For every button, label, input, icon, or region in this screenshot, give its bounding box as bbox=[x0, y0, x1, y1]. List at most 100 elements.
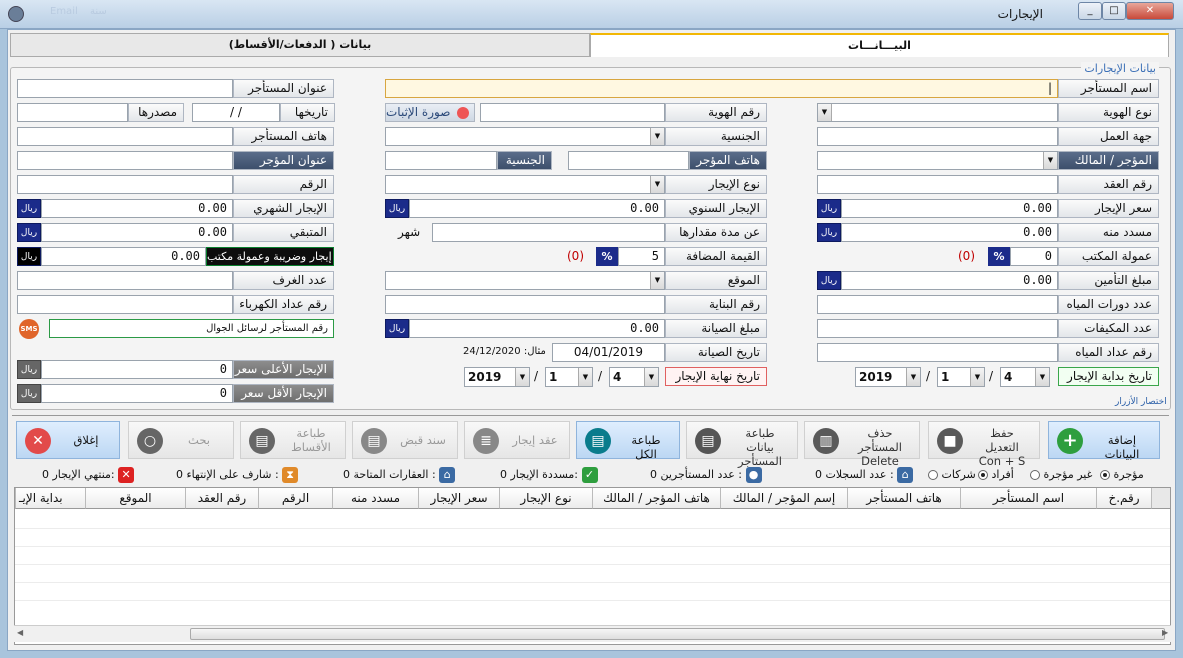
insurance-input[interactable]: 0.00 bbox=[841, 271, 1058, 290]
landlord-address-input[interactable] bbox=[17, 151, 233, 170]
floppy-icon: ■ bbox=[937, 428, 963, 454]
location-select[interactable]: ▼ bbox=[385, 271, 665, 290]
rent-price-label: سعر الإيجار bbox=[1058, 199, 1159, 218]
vat-input[interactable]: 5 bbox=[618, 247, 665, 266]
maintenance-amount-input[interactable]: 0.00 bbox=[409, 319, 665, 338]
min-rent-input[interactable]: 0 bbox=[41, 384, 233, 403]
maximize-button[interactable]: □ bbox=[1102, 2, 1126, 20]
maintenance-date-input[interactable]: 04/01/2019 bbox=[552, 343, 665, 362]
close-window-button[interactable]: ✕ bbox=[1126, 2, 1174, 20]
grid-header-number[interactable]: الرقم bbox=[258, 488, 332, 509]
horizontal-scrollbar[interactable]: ◀ ▶ bbox=[14, 625, 1171, 642]
grid-header-location[interactable]: الموقع bbox=[85, 488, 185, 509]
delete-tenant-label: حذف المستأجر Delete bbox=[857, 426, 903, 468]
workplace-input[interactable] bbox=[817, 127, 1058, 146]
bathrooms-input[interactable] bbox=[817, 295, 1058, 314]
tenant-phone-input[interactable] bbox=[17, 127, 233, 146]
contract-no-input[interactable] bbox=[817, 175, 1058, 194]
shortcuts-link[interactable]: اختصار الأزرار bbox=[1115, 397, 1167, 407]
rent-start-year[interactable]: 2019 ▼ bbox=[855, 367, 921, 387]
rent-type-select[interactable]: ▼ bbox=[385, 175, 665, 194]
grid-header-contract-no[interactable]: رقم العقد bbox=[185, 488, 258, 509]
dropdown-arrow-icon: ▼ bbox=[650, 176, 664, 193]
print-all-button[interactable]: طباعة الكل ▤ bbox=[576, 421, 680, 461]
annual-rent-input[interactable]: 0.00 bbox=[409, 199, 665, 218]
scroll-left-icon[interactable]: ◀ bbox=[17, 628, 23, 637]
remaining-label: المتبقي bbox=[233, 223, 334, 242]
id-number-input[interactable] bbox=[480, 103, 665, 122]
radio-icon bbox=[1100, 470, 1110, 480]
period-input[interactable] bbox=[432, 223, 665, 242]
building-no-label: رقم البناية bbox=[665, 295, 767, 314]
close-button[interactable]: إغلاق ✕ bbox=[16, 421, 120, 459]
tenant-name-input[interactable]: | bbox=[385, 79, 1058, 98]
printer-icon: ▤ bbox=[585, 428, 611, 454]
landlord-nationality-input[interactable] bbox=[385, 151, 497, 170]
ac-count-input[interactable] bbox=[817, 319, 1058, 338]
rent-start-day[interactable]: 4 ▼ bbox=[1000, 367, 1050, 387]
rent-end-year[interactable]: 2019 ▼ bbox=[464, 367, 530, 387]
monthly-rent-label: الإيجار الشهري bbox=[233, 199, 334, 218]
grid-header-rent-type[interactable]: نوع الإيجار bbox=[499, 488, 592, 509]
grid-header-spacer bbox=[1151, 488, 1170, 509]
print-installments-button[interactable]: طباعة الأقساط ▤ bbox=[240, 421, 346, 459]
scroll-thumb[interactable] bbox=[190, 628, 1165, 640]
add-data-button[interactable]: إضافة البيانات + bbox=[1048, 421, 1160, 461]
receipt-button[interactable]: سند قبض ▤ bbox=[352, 421, 458, 459]
rent-contract-button[interactable]: عقد إيجار ≣ bbox=[464, 421, 570, 459]
grid-header-tenant-name[interactable]: اسم المستأجر bbox=[960, 488, 1096, 509]
number-input[interactable] bbox=[17, 175, 233, 194]
landlord-select[interactable]: ▼ bbox=[817, 151, 1058, 170]
close-label: إغلاق bbox=[73, 433, 99, 447]
grid-header-rent-price[interactable]: سعر الإيجار bbox=[418, 488, 499, 509]
filter-individuals[interactable]: أفراد bbox=[978, 466, 1014, 484]
sms-icon[interactable]: SMS bbox=[19, 319, 39, 339]
monthly-rent-input[interactable]: 0.00 bbox=[41, 199, 233, 218]
rent-end-month[interactable]: 1 ▼ bbox=[545, 367, 593, 387]
date-example-hint: مثال: 24/12/2020 bbox=[463, 346, 546, 357]
records-count-value: 0 bbox=[815, 468, 822, 481]
rent-price-input[interactable]: 0.00 bbox=[841, 199, 1058, 218]
dropdown-arrow-icon: ▼ bbox=[1035, 368, 1049, 386]
sms-number-input[interactable]: رقم المستأجر لرسائل الجوال bbox=[49, 319, 334, 338]
filter-companies[interactable]: شركات bbox=[928, 466, 976, 484]
id-type-select[interactable]: ▼ bbox=[817, 103, 1058, 122]
grid-header-landlord-name[interactable]: إسم المؤجر / المالك bbox=[720, 488, 847, 509]
rent-end-day[interactable]: 4 ▼ bbox=[609, 367, 659, 387]
total-rent-input[interactable]: 0.00 bbox=[41, 247, 206, 266]
remaining-input[interactable]: 0.00 bbox=[41, 223, 233, 242]
rent-start-month[interactable]: 1 ▼ bbox=[937, 367, 985, 387]
water-meter-input[interactable] bbox=[817, 343, 1058, 362]
scroll-right-icon[interactable]: ▶ bbox=[1162, 628, 1168, 637]
id-proof-button[interactable]: صورة الإثبات bbox=[385, 103, 475, 122]
landlord-phone-input[interactable] bbox=[568, 151, 689, 170]
dropdown-arrow-icon: ▼ bbox=[650, 128, 664, 145]
tab-data[interactable]: البيـــانـــات bbox=[590, 33, 1169, 57]
minimize-button[interactable]: _ bbox=[1078, 2, 1102, 20]
grid-header-tenant-phone[interactable]: هاتف المستأجر bbox=[847, 488, 960, 509]
available-properties-label: العقارات المتاحة : bbox=[353, 468, 436, 481]
save-edit-button[interactable]: حفظ التعديل Con + S ■ bbox=[928, 421, 1040, 468]
paid-input[interactable]: 0.00 bbox=[841, 223, 1058, 242]
filter-rented[interactable]: مؤجرة bbox=[1100, 466, 1144, 484]
max-rent-input[interactable]: 0 bbox=[41, 360, 233, 379]
print-tenant-button[interactable]: طباعة بيانات المستأجر ▤ bbox=[686, 421, 798, 468]
grid-header-serial[interactable]: رقم.خ bbox=[1096, 488, 1151, 509]
building-no-input[interactable] bbox=[385, 295, 665, 314]
id-source-input[interactable] bbox=[17, 103, 128, 122]
tenant-address-input[interactable] bbox=[17, 79, 233, 98]
search-button[interactable]: بحث ○ bbox=[128, 421, 234, 459]
delete-tenant-button[interactable]: حذف المستأجر Delete ▥ bbox=[804, 421, 920, 468]
grid-header-paid[interactable]: مسدد منه bbox=[332, 488, 418, 509]
filter-not-rented[interactable]: غير مؤجرة bbox=[1030, 466, 1092, 484]
id-date-input[interactable]: / / bbox=[192, 103, 280, 122]
tab-installments[interactable]: بيانات ( الدفعات/الأقساط) bbox=[10, 33, 590, 57]
data-grid[interactable]: رقم.خ اسم المستأجر هاتف المستأجر إسم الم… bbox=[14, 487, 1171, 645]
office-commission-input[interactable]: 0 bbox=[1010, 247, 1058, 266]
nationality-select[interactable]: ▼ bbox=[385, 127, 665, 146]
electric-meter-input[interactable] bbox=[17, 295, 233, 314]
grid-header-landlord-phone[interactable]: هاتف المؤجر / المالك bbox=[592, 488, 720, 509]
grid-header-start-date[interactable]: بداية الإيـ bbox=[15, 488, 85, 509]
rooms-input[interactable] bbox=[17, 271, 233, 290]
rent-contract-label: عقد إيجار bbox=[512, 433, 558, 447]
